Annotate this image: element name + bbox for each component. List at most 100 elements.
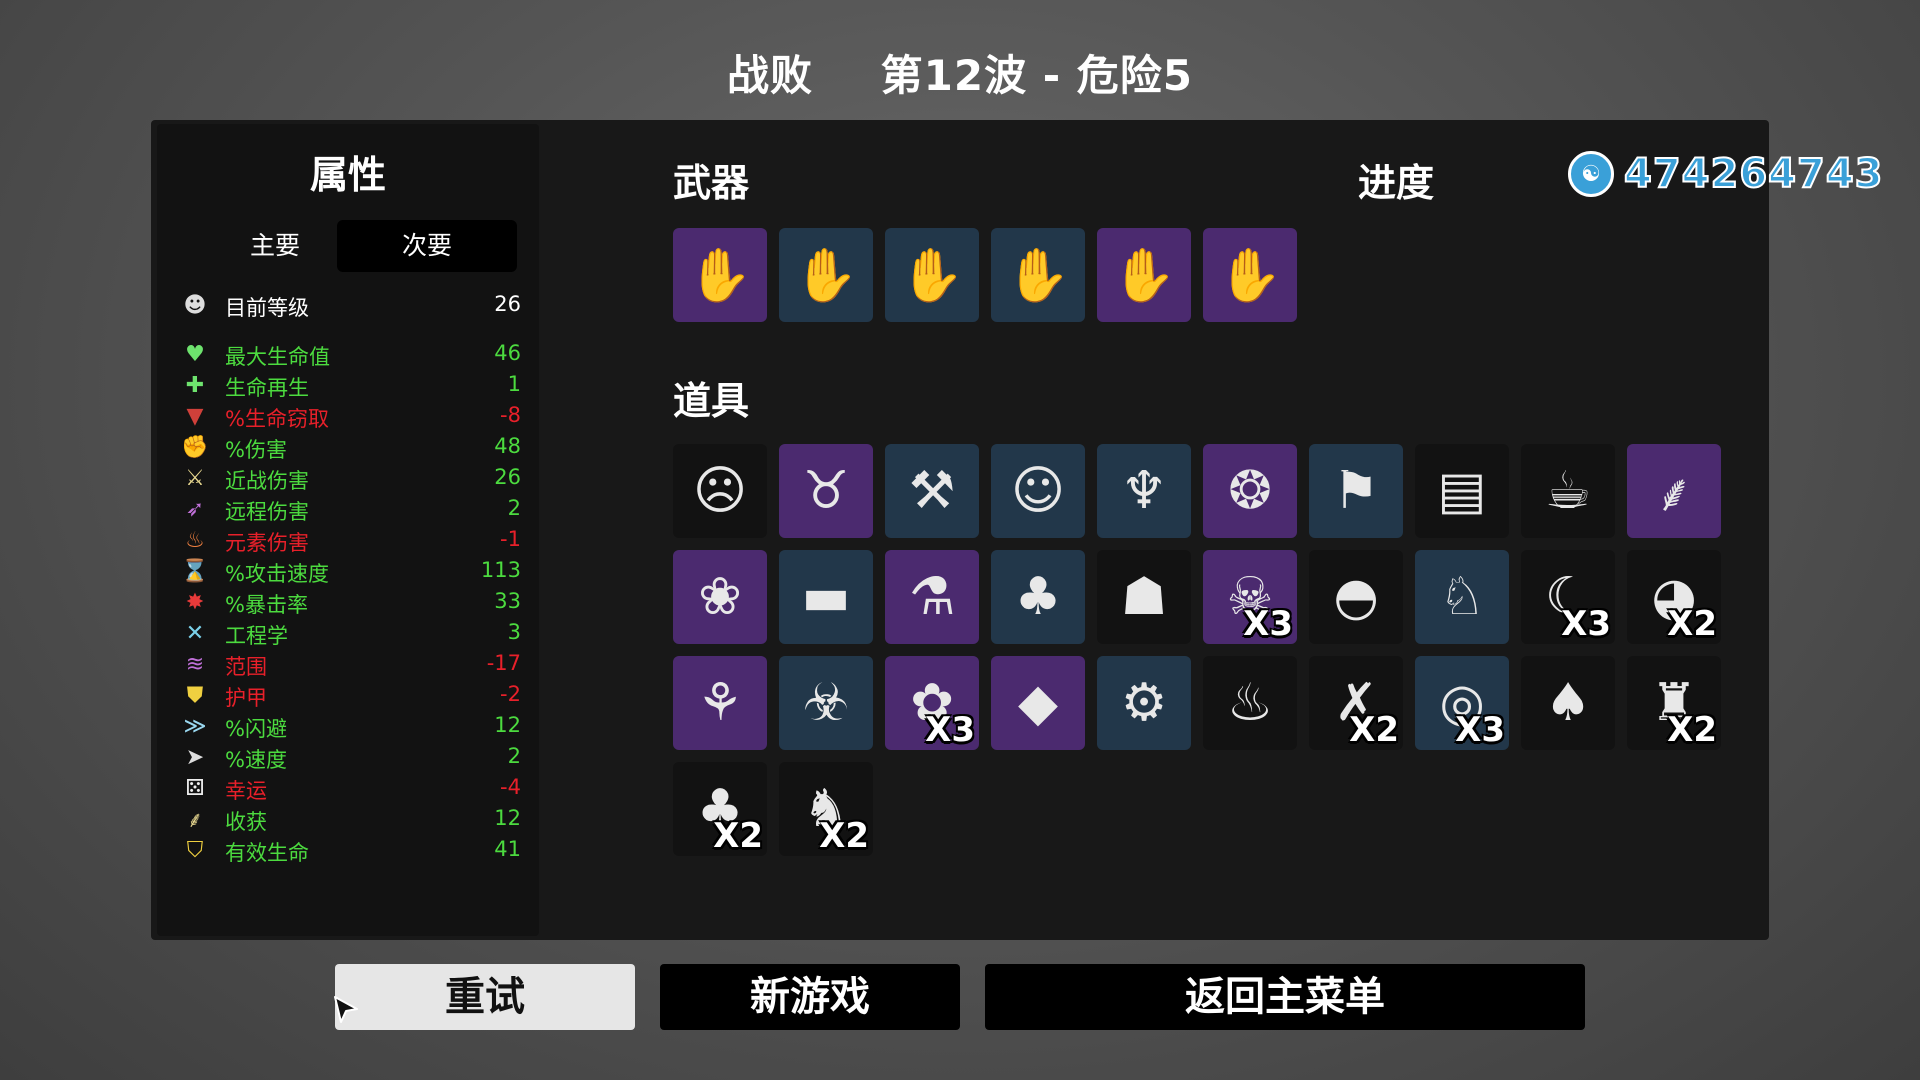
stat-row[interactable]: ⚄ 幸运 -4 xyxy=(181,773,521,804)
palm-tree-icon: ♠ xyxy=(1544,673,1592,733)
stat-row[interactable]: ✊ %伤害 48 xyxy=(181,432,521,463)
item-slot[interactable]: ♣ X2 xyxy=(673,762,767,856)
item-slot[interactable]: ⚗ xyxy=(885,550,979,644)
stat-label: 幸运 xyxy=(225,779,267,803)
item-slot[interactable]: ☠ X3 xyxy=(1203,550,1297,644)
item-slot[interactable]: ✿ X3 xyxy=(885,656,979,750)
item-quantity: X2 xyxy=(1667,604,1717,644)
stat-row[interactable]: ⚔ 近战伤害 26 xyxy=(181,463,521,494)
rabbit-icon: ♘ xyxy=(1438,567,1486,627)
item-slot[interactable]: ☾ X3 xyxy=(1521,550,1615,644)
materials-value: 474264743 xyxy=(1623,150,1884,198)
stat-value: 26 xyxy=(494,465,521,489)
item-slot[interactable]: ◆ xyxy=(991,656,1085,750)
main-menu-button[interactable]: 返回主菜单 xyxy=(985,964,1585,1030)
horned-skull-icon: ♉ xyxy=(802,461,850,521)
item-slot[interactable]: ❂ xyxy=(1203,444,1297,538)
stat-row[interactable]: ≋ 范围 -17 xyxy=(181,649,521,680)
stat-value: -4 xyxy=(500,775,521,799)
stat-row[interactable]: ⌛ %攻击速度 113 xyxy=(181,556,521,587)
item-quantity: X2 xyxy=(1349,710,1399,750)
stats-panel: 属性 主要 次要 ☻ 目前等级 26 ♥ 最大生命值 46 ✚ 生命再生 1 ▼ %生命窃取 -8 ✊%… xyxy=(157,124,539,936)
item-slot[interactable]: ⚑ xyxy=(1309,444,1403,538)
stat-value: 12 xyxy=(494,713,521,737)
stat-row[interactable]: ➤ %速度 2 xyxy=(181,742,521,773)
coffee-icon: ☕ xyxy=(1544,461,1592,521)
item-slot[interactable]: ▬ xyxy=(779,550,873,644)
stat-value: 2 xyxy=(507,744,521,768)
stat-row[interactable]: ➶ 远程伤害 2 xyxy=(181,494,521,525)
stat-row[interactable]: ✕ 工程学 3 xyxy=(181,618,521,649)
stat-row[interactable]: ⛊ 护甲 -2 xyxy=(181,680,521,711)
stat-label: 目前等级 xyxy=(225,296,309,320)
stat-label: 生命再生 xyxy=(225,376,309,400)
weapon-slot[interactable]: ✋ xyxy=(991,228,1085,322)
item-slot[interactable]: ☺ xyxy=(991,444,1085,538)
item-slot[interactable]: ♆ xyxy=(1097,444,1191,538)
item-slot[interactable]: ☣ xyxy=(779,656,873,750)
item-slot[interactable]: ⚒ xyxy=(885,444,979,538)
item-slot[interactable]: ♨ xyxy=(1203,656,1297,750)
turret-icon: ⚙ xyxy=(1120,673,1168,733)
item-slot[interactable]: ♘ xyxy=(1415,550,1509,644)
item-slot[interactable]: ⚙ xyxy=(1097,656,1191,750)
item-slot[interactable]: ◓ xyxy=(1309,550,1403,644)
stat-row[interactable]: ⛉ 有效生命 41 xyxy=(181,835,521,866)
item-slot[interactable]: ♜ X2 xyxy=(1627,656,1721,750)
cursor-arrow-icon xyxy=(334,996,358,1023)
stat-value: -8 xyxy=(500,403,521,427)
speed-icon: ➤ xyxy=(185,744,205,770)
stat-value: -17 xyxy=(486,651,521,675)
banknote-icon: ▤ xyxy=(1437,461,1487,521)
item-slot[interactable]: ◕ X2 xyxy=(1627,550,1721,644)
stat-row[interactable]: ♨ 元素伤害 -1 xyxy=(181,525,521,556)
shield-heart-icon: ⛉ xyxy=(186,837,204,863)
stat-row[interactable]: ☻ 目前等级 26 xyxy=(181,290,521,321)
stat-label: 护甲 xyxy=(225,686,267,710)
stat-label: 收获 xyxy=(225,810,267,834)
item-slot[interactable]: ▤ xyxy=(1415,444,1509,538)
item-slot[interactable]: ♠ xyxy=(1521,656,1615,750)
level-icon: ☻ xyxy=(183,292,207,318)
stat-label: %生命窃取 xyxy=(225,407,329,431)
retry-button[interactable]: 重试 xyxy=(335,964,635,1030)
item-slot[interactable]: ☹ xyxy=(673,444,767,538)
stat-label: 工程学 xyxy=(225,624,288,648)
armor-icon: ⛊ xyxy=(186,682,204,708)
item-slot[interactable]: ❀ xyxy=(673,550,767,644)
tab-secondary-stats[interactable]: 次要 xyxy=(337,220,517,272)
stat-row[interactable]: ▼ %生命窃取 -8 xyxy=(181,401,521,432)
claws-icon: ♆ xyxy=(1120,461,1168,521)
weapon-slot[interactable]: ✋ xyxy=(1097,228,1191,322)
damage-icon: ✊ xyxy=(181,434,209,460)
weapon-slot[interactable]: ✋ xyxy=(1203,228,1297,322)
item-slot[interactable]: ♉ xyxy=(779,444,873,538)
new-game-button[interactable]: 新游戏 xyxy=(660,964,960,1030)
item-slot[interactable]: ♞ X2 xyxy=(779,762,873,856)
stat-row[interactable]: ⸙ 收获 12 xyxy=(181,804,521,835)
item-slot[interactable]: ✗ X2 xyxy=(1309,656,1403,750)
stat-row[interactable]: ✸ %暴击率 33 xyxy=(181,587,521,618)
weapon-slot[interactable]: ✋ xyxy=(885,228,979,322)
item-slot[interactable]: ◎ X3 xyxy=(1415,656,1509,750)
melee-icon: ⚔ xyxy=(185,465,205,491)
juice-icon: ☗ xyxy=(1120,567,1168,627)
dodge-icon: ≫ xyxy=(183,713,207,739)
stat-row[interactable]: ♥ 最大生命值 46 xyxy=(181,339,521,370)
progress-title: 进度 xyxy=(1358,161,1435,205)
weapon-slot[interactable]: ✋ xyxy=(673,228,767,322)
item-slot[interactable]: ☕ xyxy=(1521,444,1615,538)
item-slot[interactable]: ⚘ xyxy=(673,656,767,750)
stats-title: 属性 xyxy=(309,153,386,197)
weapon-slot[interactable]: ✋ xyxy=(779,228,873,322)
item-slot[interactable]: ⸙ xyxy=(1627,444,1721,538)
cape-icon: ⚑ xyxy=(1332,461,1380,521)
stat-label: %闪避 xyxy=(225,717,287,741)
stat-row[interactable]: ✚ 生命再生 1 xyxy=(181,370,521,401)
stat-value: 26 xyxy=(494,292,521,316)
game-result-title: 战败 第12波 - 危险5 xyxy=(0,42,1920,103)
item-quantity: X3 xyxy=(925,710,975,750)
stat-row[interactable]: ≫ %闪避 12 xyxy=(181,711,521,742)
item-slot[interactable]: ♣ xyxy=(991,550,1085,644)
item-slot[interactable]: ☗ xyxy=(1097,550,1191,644)
